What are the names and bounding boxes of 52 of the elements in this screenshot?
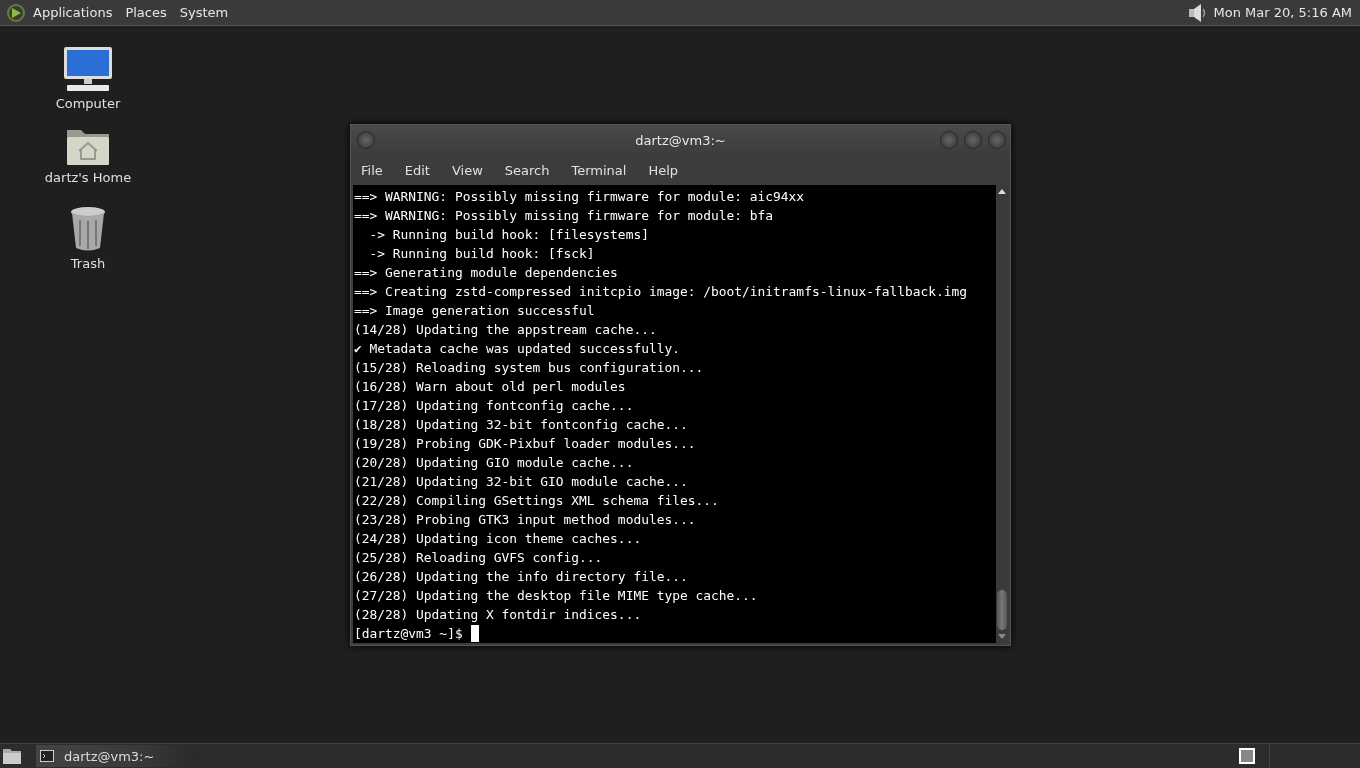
terminal-line: (15/28) Reloading system bus configuration... (354, 359, 705, 377)
workspace-switcher[interactable] (1239, 748, 1255, 764)
menu-item[interactable]: File (361, 162, 383, 178)
desktop-icon-label[interactable]: Computer (55, 96, 121, 111)
terminal-line: (27/28) Updating the desktop file MIME type cache... (354, 587, 759, 605)
clock[interactable]: Mon Mar 20, 5:16 AM (1213, 5, 1352, 20)
panel-menu[interactable]: Applications (33, 5, 113, 20)
terminal-line: (18/28) Updating 32-bit fontconfig cache... (354, 416, 689, 434)
menu-item[interactable]: View (451, 162, 483, 178)
desktop-icon-label[interactable]: Trash (70, 256, 106, 271)
terminal-line: (14/28) Updating the appstream cache... (354, 321, 658, 339)
terminal-line: (20/28) Updating GIO module cache... (354, 454, 635, 472)
terminal-line: ==> Generating module dependencies (354, 264, 619, 282)
terminal-line: ==> WARNING: Possibly missing firmware for module: bfa (354, 207, 775, 225)
menu-item[interactable]: Search (504, 162, 550, 178)
window-title: dartz@vm3:~ (635, 132, 726, 148)
desktop-icon-label[interactable]: dartz's Home (44, 170, 132, 185)
terminal-line: ==> WARNING: Possibly missing firmware for module: aic94xx (354, 188, 806, 206)
terminal-line: (16/28) Warn about old perl modules (354, 378, 627, 396)
minimize-button[interactable] (940, 131, 958, 149)
scrollbar[interactable] (996, 185, 1008, 643)
terminal-line: (22/28) Compiling GSettings XML schema files... (354, 492, 720, 510)
terminal-line: ✔ Metadata cache was updated successfully. (354, 340, 681, 358)
scroll-up-icon[interactable] (998, 189, 1006, 194)
maximize-button[interactable] (964, 131, 982, 149)
computer-icon[interactable] (63, 46, 113, 92)
terminal-line: (28/28) Updating X fontdir indices... (354, 606, 643, 624)
panel-menu[interactable]: System (179, 5, 229, 20)
window-menu-button[interactable] (357, 131, 375, 149)
scroll-down-icon[interactable] (998, 634, 1006, 639)
close-button[interactable] (988, 131, 1006, 149)
terminal-line: ==> Creating zstd-compressed initcpio image: /boot/initramfs-linux-fallback.img (354, 283, 969, 301)
logo-icon[interactable] (6, 2, 26, 23)
terminal-line: (25/28) Reloading GVFS config... (354, 549, 604, 567)
menu-item[interactable]: Edit (404, 162, 430, 178)
terminal-line: (26/28) Updating the info directory file... (354, 568, 689, 586)
trash-icon[interactable] (69, 206, 107, 252)
text-cursor (470, 625, 479, 642)
terminal-line: -> Running build hook: [fsck] (368, 245, 596, 263)
panel-menu[interactable]: Places (125, 5, 167, 20)
menu-item[interactable]: Terminal (571, 162, 627, 178)
scroll-thumb[interactable] (997, 590, 1007, 630)
terminal-line: (19/28) Probing GDK-Pixbuf loader modules... (354, 435, 697, 453)
terminal-line: ==> Image generation successful (354, 302, 596, 320)
menu-item[interactable]: Help (648, 162, 679, 178)
terminal-icon (40, 750, 54, 762)
terminal-line: (21/28) Updating 32-bit GIO module cache... (354, 473, 689, 491)
terminal-line: (24/28) Updating icon theme caches... (354, 530, 643, 548)
terminal-prompt: [dartz@vm3 ~]$ (354, 625, 463, 643)
terminal-line: (17/28) Updating fontconfig cache... (354, 397, 635, 415)
terminal-line: (23/28) Probing GTK3 input method modules... (354, 511, 697, 529)
terminal-line: -> Running build hook: [filesystems] (368, 226, 650, 244)
